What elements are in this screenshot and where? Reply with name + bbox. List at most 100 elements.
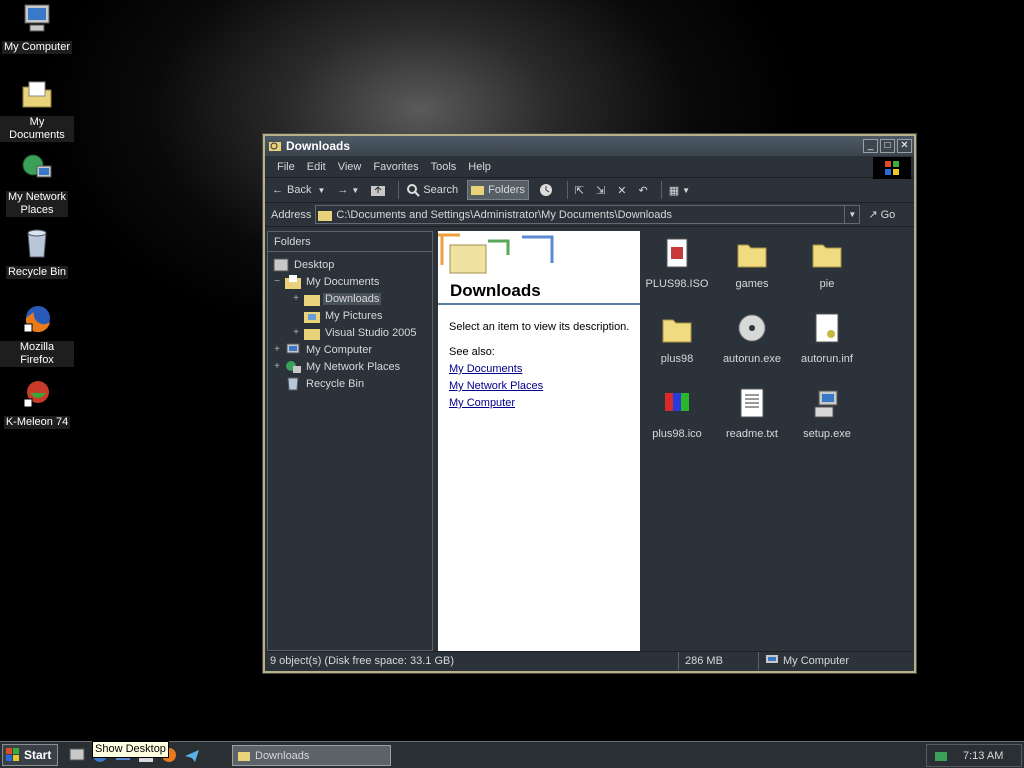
windows-logo-icon [6,748,19,761]
messenger-icon[interactable] [183,746,201,764]
webview-divider [438,303,640,305]
back-arrow-icon: ← [272,184,283,196]
file-item[interactable]: plus98.ico [640,387,714,440]
window-body: Folders Desktop − My Documents + Downloa… [267,231,914,651]
file-item[interactable]: plus98 [640,312,714,365]
desktop-icon-mozilla-firefox[interactable]: Mozilla Firefox [0,302,74,367]
chevron-down-icon: ▼ [351,185,360,195]
network-tray-icon[interactable] [933,748,949,764]
delete-icon: ✕ [617,184,627,197]
link-my-computer[interactable]: My Computer [449,397,515,409]
folder-icon [304,328,320,340]
see-also-label: See also: [449,346,495,358]
file-item[interactable]: setup.exe [790,387,864,440]
firefox-icon [23,306,50,333]
address-label: Address [271,208,312,221]
computer-icon [286,343,300,353]
tree-item-recycle-bin[interactable]: Recycle Bin [282,375,366,392]
tree-item-my-network-places[interactable]: + My Network Places [272,358,402,375]
maximize-button[interactable]: □ [880,139,895,153]
move-to-button[interactable]: ⇱ [572,180,587,200]
show-desktop-icon[interactable] [68,746,86,764]
clock[interactable]: 7:13 AM [963,750,1003,762]
folder-banner-icon [438,233,554,274]
start-button[interactable]: Start [2,744,58,766]
network-icon [22,154,52,178]
tree-item-downloads[interactable]: + Downloads [291,290,382,307]
tree-item-visual-studio-2005[interactable]: + Visual Studio 2005 [291,324,419,341]
expand-icon[interactable]: + [272,344,282,355]
tree-item-my-computer[interactable]: + My Computer [272,341,374,358]
desktop-icon-recycle-bin[interactable]: Recycle Bin [0,227,74,279]
close-button[interactable]: ✕ [897,139,912,153]
desktop-icon-my-documents[interactable]: My Documents [0,77,74,142]
folder-icon [318,210,333,221]
address-dropdown-button[interactable]: ▼ [844,206,859,223]
tree-item-my-pictures[interactable]: My Pictures [301,307,384,324]
desktop-icon-label: My Network Places [5,191,69,217]
tree-item-desktop[interactable]: Desktop [270,256,336,273]
desktop-icon-my-computer[interactable]: My Computer [0,2,74,54]
settings-file-icon [815,313,839,343]
desktop-icon-label: My Computer [1,41,73,54]
minimize-button[interactable]: _ [863,139,878,153]
file-item[interactable]: pie [790,237,864,290]
toolbar-separator [660,181,662,199]
collapse-icon[interactable]: − [272,276,282,287]
documents-folder-icon [22,81,52,108]
folders-pane: Folders Desktop − My Documents + Downloa… [267,231,433,651]
folder-icon [812,244,842,268]
go-button[interactable]: ↗ Go [868,208,895,222]
tree-item-my-documents[interactable]: − My Documents [272,273,381,290]
expand-icon[interactable]: + [272,361,282,372]
menu-tools[interactable]: Tools [431,161,457,173]
back-button[interactable]: ← Back ▼ [269,180,328,200]
folders-icon [471,186,485,195]
undo-button[interactable]: ↶ [636,180,651,200]
file-item[interactable]: games [715,237,789,290]
copy-to-icon: ⇲ [596,184,606,197]
file-item[interactable]: PLUS98.ISO [640,237,714,290]
copy-to-button[interactable]: ⇲ [593,180,608,200]
up-folder-button[interactable] [368,180,388,200]
webview-description: Select an item to view its description. [449,321,630,333]
file-item[interactable]: readme.txt [715,387,789,440]
menu-view[interactable]: View [338,161,362,173]
forward-button[interactable]: → ▼ [334,180,362,200]
status-zone: My Computer [759,652,912,670]
taskbar-button-downloads[interactable]: Downloads [232,745,391,766]
cd-executable-icon [738,314,766,342]
desktop-icon-k-meleon[interactable]: K-Meleon 74 [0,377,74,429]
link-my-documents[interactable]: My Documents [449,363,522,375]
file-item[interactable]: autorun.inf [790,312,864,365]
search-icon [407,184,421,197]
recycle-bin-icon [27,229,47,258]
link-my-network-places[interactable]: My Network Places [449,380,543,392]
menu-favorites[interactable]: Favorites [373,161,418,173]
folder-icon [737,244,767,268]
folder-search-icon [238,751,250,761]
file-item[interactable]: autorun.exe [715,312,789,365]
menu-help[interactable]: Help [468,161,491,173]
desktop-icon-my-network-places[interactable]: My Network Places [0,152,74,217]
address-input[interactable]: C:\Documents and Settings\Administrator\… [315,205,861,224]
file-list: PLUS98.ISO games pie plus98 autorun.exe … [640,231,914,651]
computer-icon [24,4,50,32]
folder-icon [662,319,692,343]
window-title: Downloads [286,139,351,153]
folders-button[interactable]: Folders [467,180,529,200]
windows-logo-icon [873,157,911,179]
network-icon [286,360,301,373]
expand-icon[interactable]: + [291,327,301,338]
move-to-icon: ⇱ [574,184,585,197]
menu-file[interactable]: File [277,161,295,173]
menu-bar: File Edit View Favorites Tools Help [265,156,914,179]
expand-icon[interactable]: + [291,293,301,304]
menu-edit[interactable]: Edit [307,161,326,173]
title-bar[interactable]: Downloads _ □ ✕ [265,136,914,156]
desktop-icon-label: Recycle Bin [5,266,69,279]
views-button[interactable]: ▦ ▼ [666,180,693,200]
delete-button[interactable]: ✕ [614,180,629,200]
history-button[interactable] [535,180,557,200]
search-button[interactable]: Search [403,180,461,200]
